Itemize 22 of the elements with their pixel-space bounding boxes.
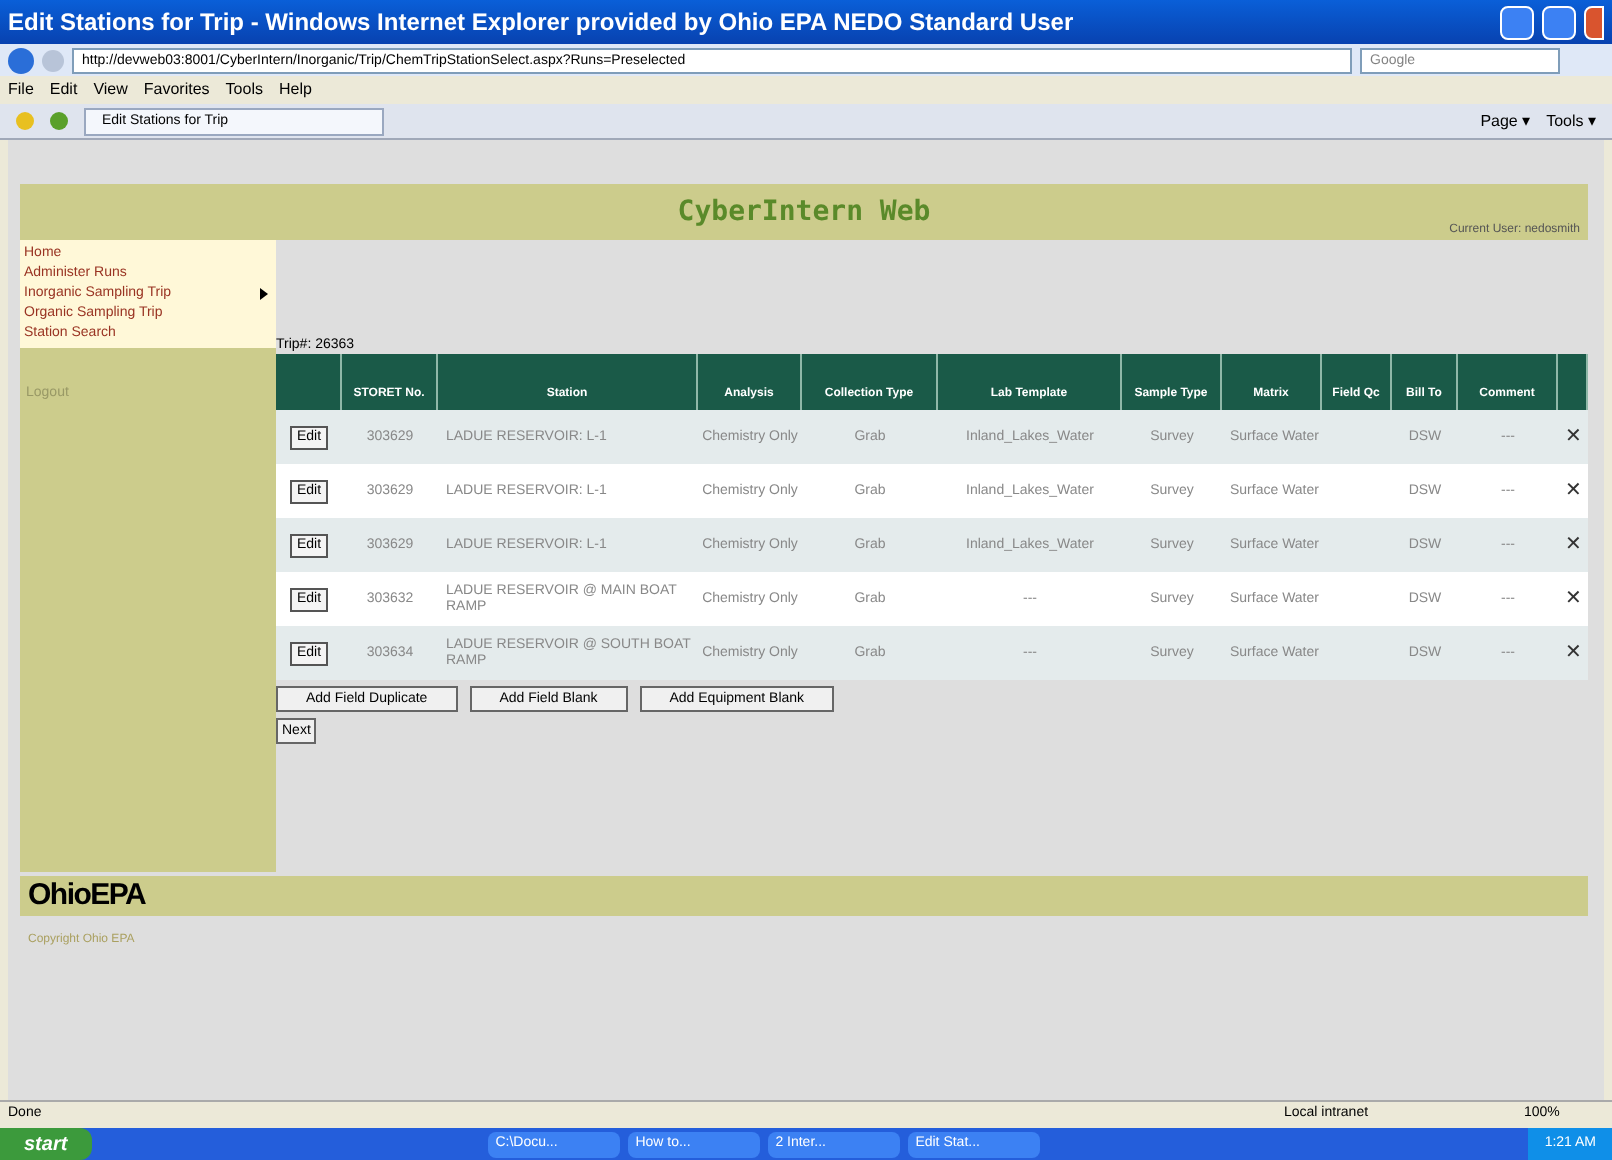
menu-item[interactable]: Help: [278, 78, 312, 102]
menu-item[interactable]: Edit: [49, 78, 78, 102]
delete-button[interactable]: ✕: [1565, 643, 1581, 663]
close-button[interactable]: [1584, 5, 1604, 39]
maximize-button[interactable]: [1542, 5, 1576, 39]
toolbar-button[interactable]: Tools ▾: [1546, 109, 1596, 133]
minimize-button[interactable]: [1500, 5, 1534, 39]
menu-item[interactable]: Favorites: [143, 78, 210, 102]
delete-button[interactable]: ✕: [1565, 427, 1581, 447]
site-title: CyberIntern Web: [677, 193, 931, 231]
ohio-epa-logo: OhioEPA: [28, 875, 146, 916]
delete-button[interactable]: ✕: [1565, 535, 1581, 555]
menu-item[interactable]: View: [93, 78, 128, 102]
menu-item[interactable]: File: [8, 78, 34, 102]
submenu-arrow-icon: [260, 288, 268, 300]
back-icon[interactable]: [8, 47, 34, 73]
delete-button[interactable]: ✕: [1565, 481, 1581, 501]
start-button[interactable]: start: [0, 1128, 92, 1160]
toolbar-button[interactable]: Page ▾: [1480, 109, 1531, 133]
menu-item[interactable]: Tools: [225, 78, 263, 102]
delete-button[interactable]: ✕: [1565, 589, 1581, 609]
window-title: Edit Stations for Trip - Windows Internet Explorer provided by Ohio EPA NEDO Standard User: [8, 6, 1074, 40]
